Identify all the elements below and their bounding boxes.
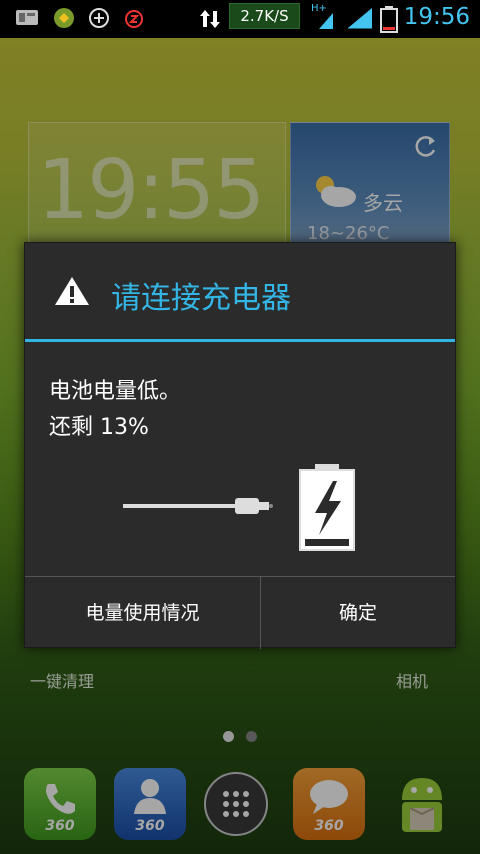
battery-remaining-message: 还剩 13% [49,415,149,440]
plus-circle-icon [87,7,111,29]
battery-level-fill [305,539,349,546]
status-bar: 2.7K/S H+ 19:56 [0,0,480,38]
alarm-icon [122,7,146,29]
charger-plug-icon [123,491,275,525]
app-notification-icon [52,7,76,29]
network-speed: 2.7K/S [229,3,300,29]
signal-icon [346,6,374,29]
ok-button[interactable]: 确定 [261,577,455,649]
battery-usage-button[interactable]: 电量使用情况 [25,577,260,649]
battery-low-message: 电池电量低。 [49,379,182,404]
warning-icon [53,275,91,311]
dialog-header: 请连接充电器 [25,243,455,339]
data-transfer-icon [197,7,221,29]
low-battery-dialog: 请连接充电器 电池电量低。 还剩 13% 电量使用情况 确定 [24,242,456,649]
battery-icon [380,5,398,33]
dialog-title-divider [25,339,455,342]
dialog-title: 请连接充电器 [111,281,291,316]
dialog-button-bar: 电量使用情况 确定 [25,576,455,649]
status-time: 19:56 [403,4,470,30]
sd-card-icon [14,7,38,29]
charging-battery-icon [297,463,357,557]
data-arrows-icon [314,9,338,31]
